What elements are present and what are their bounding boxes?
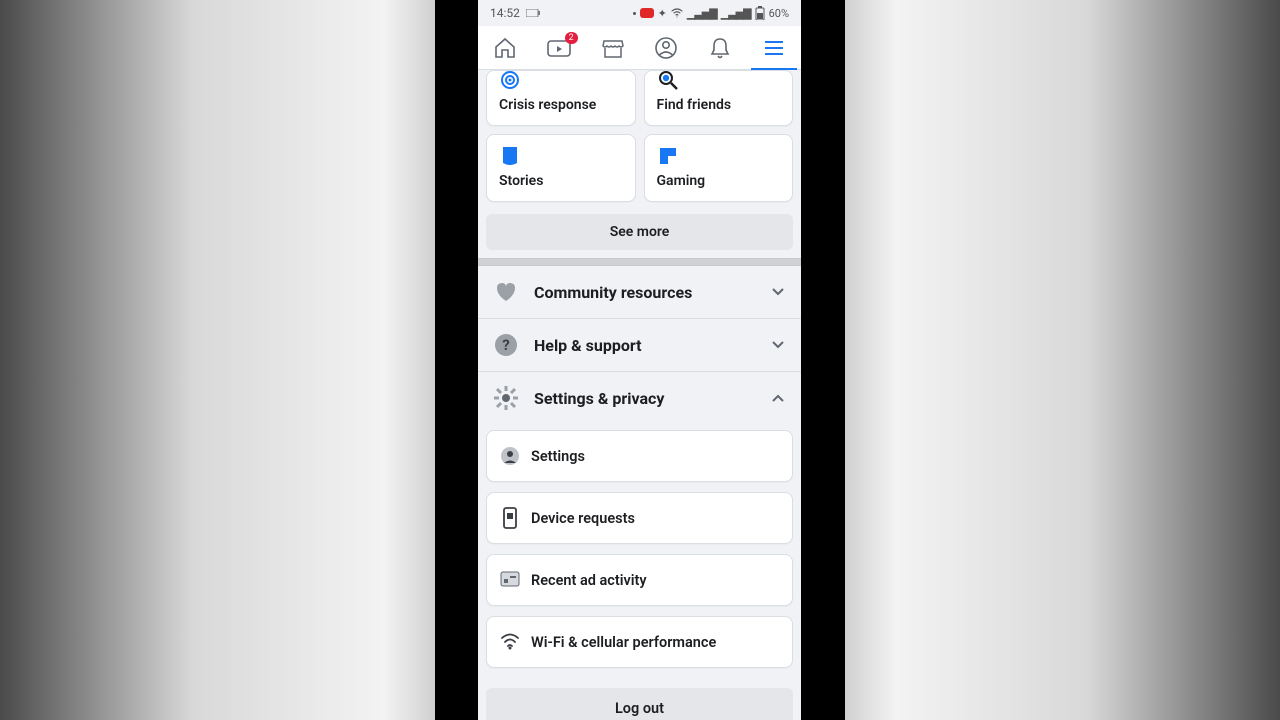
tile-label: Stories: [499, 173, 623, 189]
subitem-label: Settings: [531, 448, 585, 465]
wifi-icon: [671, 8, 683, 18]
community-icon: [492, 278, 520, 306]
subitem-recent-ad-activity[interactable]: Recent ad activity: [486, 554, 793, 606]
tile-find-friends[interactable]: Find friends: [644, 70, 794, 126]
chevron-down-icon: [769, 287, 787, 297]
dot-icon: [633, 12, 636, 15]
tile-label: Crisis response: [499, 97, 623, 113]
wifi-performance-icon: [499, 631, 521, 653]
accordion-help-support[interactable]: ? Help & support: [478, 319, 801, 372]
home-icon: [493, 36, 517, 60]
nav-profile[interactable]: [639, 26, 693, 69]
svg-text:?: ?: [502, 336, 509, 354]
see-more-button[interactable]: See more: [486, 214, 793, 250]
accordion-label: Help & support: [534, 336, 755, 355]
battery-icon: [755, 6, 765, 20]
logout-button[interactable]: Log out: [486, 688, 793, 720]
accordion-settings-privacy[interactable]: Settings & privacy: [478, 372, 801, 424]
subitem-label: Recent ad activity: [531, 572, 647, 589]
letterbox-background: 14:52 ✦ ▁▃▅▇ ▁▃▅▇ 60%: [0, 0, 1280, 720]
crisis-icon: [499, 69, 521, 91]
gear-icon: [492, 384, 520, 412]
bell-icon: [709, 36, 731, 60]
nav-marketplace[interactable]: [586, 26, 640, 69]
ad-activity-icon: [499, 569, 521, 591]
settings-icon: [499, 445, 521, 467]
section-divider: [478, 258, 801, 266]
status-bar: 14:52 ✦ ▁▃▅▇ ▁▃▅▇ 60%: [478, 0, 801, 26]
gaming-icon: [657, 145, 679, 167]
tile-stories[interactable]: Stories: [486, 134, 636, 202]
nav-notifications[interactable]: [693, 26, 747, 69]
device-icon: [499, 507, 521, 529]
marketplace-icon: [601, 37, 625, 59]
tile-label: Find friends: [657, 97, 781, 113]
tile-gaming[interactable]: Gaming: [644, 134, 794, 202]
signal-1-icon: ▁▃▅▇: [687, 7, 717, 20]
profile-icon: [654, 36, 678, 60]
subitem-settings[interactable]: Settings: [486, 430, 793, 482]
nav-menu[interactable]: [747, 26, 801, 69]
nav-home[interactable]: [478, 26, 532, 69]
battery-pct: 60%: [769, 7, 789, 20]
subitem-label: Wi-Fi & cellular performance: [531, 634, 716, 651]
status-time: 14:52: [490, 6, 520, 20]
settings-sublist: Settings Device requests Recent ad activ…: [478, 424, 801, 684]
watch-badge: 2: [565, 32, 578, 44]
signal-2-icon: ▁▃▅▇: [721, 7, 751, 20]
vibrate-icon: ✦: [658, 7, 667, 20]
hamburger-icon: [763, 39, 785, 57]
top-nav: 2: [478, 26, 801, 70]
tile-label: Gaming: [657, 173, 781, 189]
chevron-up-icon: [769, 393, 787, 403]
tile-crisis-response[interactable]: Crisis response: [486, 70, 636, 126]
chevron-down-icon: [769, 340, 787, 350]
accordion-label: Settings & privacy: [534, 389, 755, 408]
recording-icon: [640, 8, 654, 18]
subitem-device-requests[interactable]: Device requests: [486, 492, 793, 544]
nav-watch[interactable]: 2: [532, 26, 586, 69]
subitem-wifi-cellular[interactable]: Wi-Fi & cellular performance: [486, 616, 793, 668]
stories-icon: [499, 145, 521, 167]
battery-small-icon: [526, 9, 540, 17]
find-friends-icon: [657, 69, 679, 91]
accordion-label: Community resources: [534, 283, 755, 302]
help-icon: ?: [492, 331, 520, 359]
subitem-label: Device requests: [531, 510, 635, 527]
accordion-community-resources[interactable]: Community resources: [478, 266, 801, 319]
phone-screen: 14:52 ✦ ▁▃▅▇ ▁▃▅▇ 60%: [478, 0, 801, 720]
